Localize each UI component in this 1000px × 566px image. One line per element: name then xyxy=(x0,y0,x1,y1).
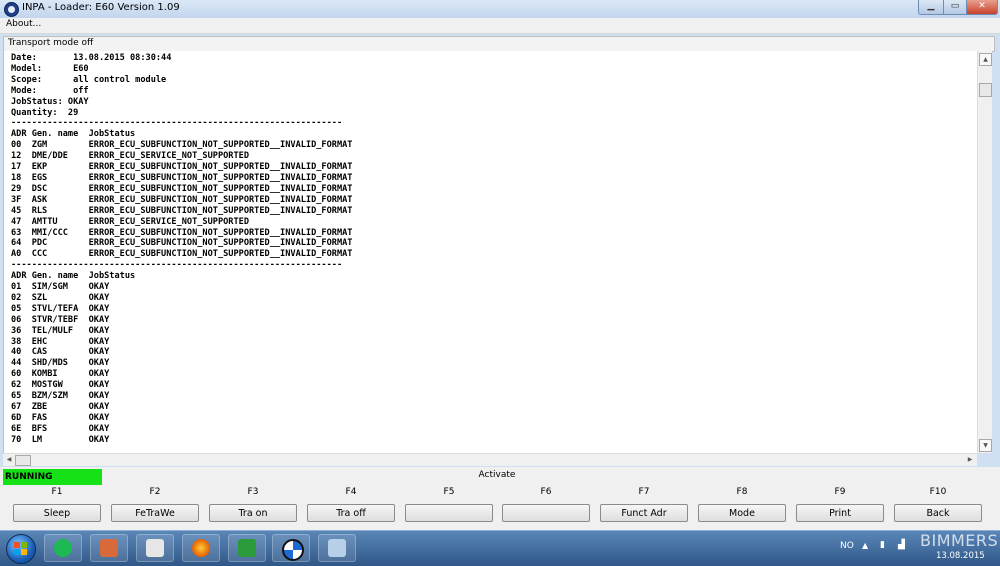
report-separator: ----------------------------------------… xyxy=(11,118,343,129)
tray-arrow-icon[interactable]: ▲ xyxy=(862,541,868,550)
firefox-icon[interactable] xyxy=(182,534,220,562)
vertical-scroll-thumb[interactable] xyxy=(979,83,992,97)
running-indicator: RUNNING xyxy=(3,469,102,485)
fkey-label-f10: F10 xyxy=(929,487,947,497)
ok-row: 40 CAS OKAY xyxy=(11,347,110,358)
report-separator: ----------------------------------------… xyxy=(11,260,343,271)
report-column-header: ADR Gen. name JobStatus xyxy=(11,129,136,140)
menu-bar: About... xyxy=(0,18,1000,34)
fetrawe-button[interactable]: FeTraWe xyxy=(111,504,199,522)
report-header-line: JobStatus: OKAY xyxy=(11,96,89,107)
language-indicator[interactable]: NO xyxy=(840,541,854,551)
error-row: 64 PDC ERROR_ECU_SUBFUNCTION_NOT_SUPPORT… xyxy=(11,238,353,249)
ok-row: 6D FAS OKAY xyxy=(11,412,110,423)
error-row: 12 DME/DDE ERROR_ECU_SERVICE_NOT_SUPPORT… xyxy=(11,151,249,162)
fkey-label-f8: F8 xyxy=(736,487,748,497)
fkey-label-f9: F9 xyxy=(834,487,846,497)
report-header-line: Model: E60 xyxy=(11,63,89,74)
minimize-icon[interactable]: ▁ xyxy=(918,0,944,15)
fkey-label-f4: F4 xyxy=(345,487,357,497)
report-header-line: Date: 13.08.2015 08:30:44 xyxy=(11,53,172,63)
vertical-scrollbar[interactable]: ▲ ▼ xyxy=(977,51,992,453)
report-header-line: Scope: all control module xyxy=(11,74,167,85)
error-row: 3F ASK ERROR_ECU_SUBFUNCTION_NOT_SUPPORT… xyxy=(11,194,353,205)
ok-row: 05 STVL/TEFA OKAY xyxy=(11,303,110,314)
sleep-button[interactable]: Sleep xyxy=(13,504,101,522)
horizontal-scrollbar[interactable]: ◀ ▶ xyxy=(3,453,977,466)
maximize-icon[interactable]: ▭ xyxy=(943,0,967,15)
briefcase-icon[interactable] xyxy=(90,534,128,562)
window-title: INPA - Loader: E60 Version 1.09 xyxy=(22,2,180,13)
report-column-header: ADR Gen. name JobStatus xyxy=(11,271,136,282)
paint-icon[interactable] xyxy=(318,534,356,562)
print-button[interactable]: Print xyxy=(796,504,884,522)
ok-row: 65 BZM/SZM OKAY xyxy=(11,391,110,402)
bmw-icon[interactable] xyxy=(272,534,310,562)
tra-off-button[interactable]: Tra off xyxy=(307,504,395,522)
horizontal-scroll-thumb[interactable] xyxy=(15,455,31,466)
error-row: A0 CCC ERROR_ECU_SUBFUNCTION_NOT_SUPPORT… xyxy=(11,249,353,260)
ok-row: 67 ZBE OKAY xyxy=(11,402,110,412)
activate-label: Activate xyxy=(478,470,516,480)
ok-row: 60 KOMBI OKAY xyxy=(11,369,110,380)
tra-on-button[interactable]: Tra on xyxy=(209,504,297,522)
error-row: 17 EKP ERROR_ECU_SUBFUNCTION_NOT_SUPPORT… xyxy=(11,162,353,173)
report-pane[interactable]: Date: 13.08.2015 08:30:44 Model: E60 Sco… xyxy=(3,51,978,453)
error-row: 18 EGS ERROR_ECU_SUBFUNCTION_NOT_SUPPORT… xyxy=(11,172,353,183)
error-row: 00 ZGM ERROR_ECU_SUBFUNCTION_NOT_SUPPORT… xyxy=(11,140,353,151)
watermark: BIMMERS xyxy=(920,531,999,550)
ok-row: 6E BFS OKAY xyxy=(11,423,110,434)
f5-button[interactable] xyxy=(405,504,493,522)
error-row: 29 DSC ERROR_ECU_SUBFUNCTION_NOT_SUPPORT… xyxy=(11,183,353,194)
ok-row: 70 LM OKAY xyxy=(11,434,110,445)
report-header-line: Quantity: 29 xyxy=(11,107,79,118)
ok-row: 01 SIM/SGM OKAY xyxy=(11,282,110,293)
close-icon[interactable]: ✕ xyxy=(966,0,998,15)
network-icon[interactable]: ▟ xyxy=(898,540,905,550)
ok-row: 38 EHC OKAY xyxy=(11,336,110,347)
ediabas-icon[interactable] xyxy=(228,534,266,562)
ok-row: 36 TEL/MULF OKAY xyxy=(11,325,110,336)
status-line: Transport mode off xyxy=(3,36,995,52)
error-row: 47 AMTTU ERROR_ECU_SERVICE_NOT_SUPPORTED xyxy=(11,216,249,227)
report-text: Date: 13.08.2015 08:30:44 Model: E60 Sco… xyxy=(4,51,978,446)
function-key-panel: RUNNING Activate F1 F2 F3 F4 F5 F6 F7 F8… xyxy=(0,467,1000,530)
ok-row: 44 SHD/MDS OKAY xyxy=(11,358,110,369)
scroll-left-icon[interactable]: ◀ xyxy=(4,455,14,464)
title-bar[interactable]: INPA - Loader: E60 Version 1.09 ▁ ▭ ✕ xyxy=(0,0,1000,18)
scroll-down-icon[interactable]: ▼ xyxy=(979,439,992,452)
error-row: 63 MMI/CCC ERROR_ECU_SUBFUNCTION_NOT_SUP… xyxy=(11,227,353,238)
inpa-window: INPA - Loader: E60 Version 1.09 ▁ ▭ ✕ Ab… xyxy=(0,0,1000,530)
fkey-label-f6: F6 xyxy=(540,487,552,497)
fkey-label-f1: F1 xyxy=(51,487,63,497)
menu-about[interactable]: About... xyxy=(6,19,41,29)
mode-button[interactable]: Mode xyxy=(698,504,786,522)
back-button[interactable]: Back xyxy=(894,504,982,522)
ok-row: 02 SZL OKAY xyxy=(11,292,110,303)
fkey-label-f3: F3 xyxy=(247,487,259,497)
report-header-line: Mode: off xyxy=(11,85,89,96)
scroll-right-icon[interactable]: ▶ xyxy=(965,455,975,464)
inpa-app-icon xyxy=(4,2,19,17)
spotify-icon[interactable] xyxy=(44,534,82,562)
f6-button[interactable] xyxy=(502,504,590,522)
ok-row: 06 STVR/TEBF OKAY xyxy=(11,314,110,325)
error-row: 45 RLS ERROR_ECU_SUBFUNCTION_NOT_SUPPORT… xyxy=(11,205,353,216)
hp-icon[interactable] xyxy=(136,534,174,562)
status-text: Transport mode off xyxy=(8,38,94,48)
clock-date[interactable]: 13.08.2015 xyxy=(936,551,985,561)
fkey-label-f7: F7 xyxy=(638,487,650,497)
taskbar: NO ▲ ▮ ▟ 13.08.2015 xyxy=(0,530,1000,566)
funct-adr-button[interactable]: Funct Adr xyxy=(600,504,688,522)
scroll-up-icon[interactable]: ▲ xyxy=(979,53,992,66)
start-button-icon[interactable] xyxy=(6,534,36,564)
fkey-label-f2: F2 xyxy=(149,487,161,497)
tray-device-icon[interactable]: ▮ xyxy=(880,540,885,550)
ok-row: 62 MOSTGW OKAY xyxy=(11,380,110,391)
fkey-label-f5: F5 xyxy=(443,487,455,497)
